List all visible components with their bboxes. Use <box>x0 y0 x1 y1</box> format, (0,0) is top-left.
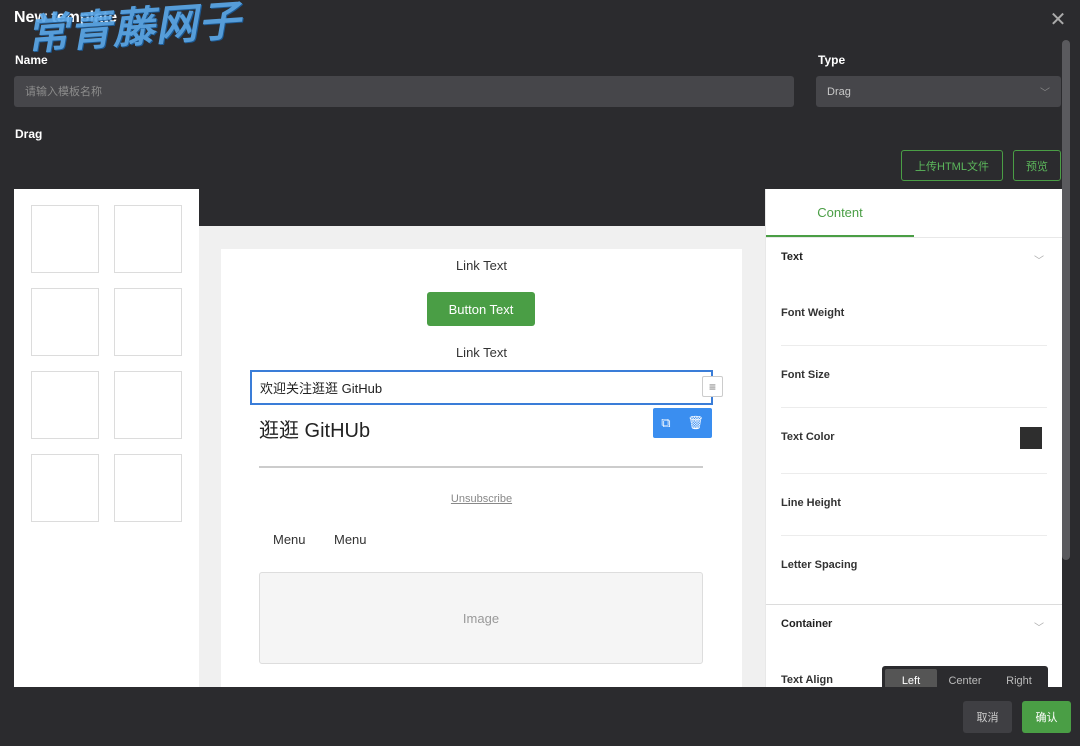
preview-button[interactable]: 预览 <box>1013 150 1061 181</box>
image-placeholder[interactable]: Image <box>259 572 703 664</box>
row-divider <box>781 407 1047 408</box>
row-divider <box>781 535 1047 536</box>
canvas-button[interactable]: Button Text <box>427 292 535 326</box>
section-divider <box>766 604 1062 605</box>
link-text[interactable]: Link Text <box>221 345 742 360</box>
copy-icon[interactable]: ⧉ <box>661 415 670 431</box>
modal-scrollbar[interactable] <box>1062 40 1070 560</box>
menu-item[interactable]: Menu <box>334 532 367 547</box>
selected-text-content: 欢迎关注逛逛 GitHub <box>260 381 383 396</box>
canvas-toolbar <box>199 189 765 226</box>
section-text-header[interactable]: Text <box>781 251 803 263</box>
canvas-area: Link Text Button Text Link Text 欢迎关注逛逛 G… <box>199 189 765 687</box>
palette-block[interactable] <box>31 371 99 439</box>
selected-text-block[interactable]: 欢迎关注逛逛 GitHub <box>250 370 713 405</box>
email-editor: Link Text Button Text Link Text 欢迎关注逛逛 G… <box>14 189 1062 687</box>
trash-icon[interactable]: 🗑 <box>687 415 704 431</box>
letter-spacing-label: Letter Spacing <box>781 559 858 571</box>
align-left-button[interactable]: Left <box>885 669 937 687</box>
tab-content[interactable]: Content <box>766 189 914 237</box>
palette-block[interactable] <box>114 288 182 356</box>
palette-block[interactable] <box>31 454 99 522</box>
upload-html-button[interactable]: 上传HTML文件 <box>901 150 1003 181</box>
text-color-swatch[interactable] <box>1020 427 1042 449</box>
row-divider <box>781 345 1047 346</box>
font-weight-label: Font Weight <box>781 307 845 319</box>
block-actions: ⧉ 🗑 <box>653 408 712 438</box>
chevron-down-icon[interactable]: ﹀ <box>1034 619 1044 634</box>
palette-block[interactable] <box>31 288 99 356</box>
line-height-label: Line Height <box>781 497 841 509</box>
tab-underline <box>766 237 1062 238</box>
section-container-header[interactable]: Container <box>781 618 832 630</box>
unsubscribe-link[interactable]: Unsubscribe <box>221 493 742 505</box>
watermark-logo: 常青藤网子 <box>24 0 243 60</box>
confirm-button[interactable]: 确认 <box>1022 701 1071 733</box>
cancel-button[interactable]: 取消 <box>963 701 1012 733</box>
palette-block[interactable] <box>114 454 182 522</box>
canvas-page: Link Text Button Text Link Text 欢迎关注逛逛 G… <box>221 249 742 687</box>
palette-block[interactable] <box>114 205 182 273</box>
canvas-heading[interactable]: 逛逛 GitHUb <box>259 414 370 443</box>
align-right-button[interactable]: Right <box>993 669 1045 687</box>
properties-panel: Content Text ﹀ Font Weight Font Size Tex… <box>765 189 1062 687</box>
align-center-button[interactable]: Center <box>939 669 991 687</box>
chevron-down-icon: ﹀ <box>1040 88 1050 99</box>
text-color-label: Text Color <box>781 431 835 443</box>
palette-block[interactable] <box>114 371 182 439</box>
name-input[interactable] <box>14 76 794 107</box>
close-icon[interactable]: ✕ <box>1048 10 1068 30</box>
font-size-label: Font Size <box>781 369 830 381</box>
palette-block[interactable] <box>31 205 99 273</box>
type-label: Type <box>818 53 846 67</box>
type-select-value: Drag <box>827 85 851 98</box>
text-align-group: Left Center Right <box>882 666 1048 687</box>
type-select[interactable]: Drag ﹀ <box>816 76 1061 107</box>
drag-handle-icon[interactable]: ≡ <box>702 376 723 397</box>
menu-item[interactable]: Menu <box>273 532 306 547</box>
name-label: Name <box>15 53 48 67</box>
block-palette <box>14 189 199 687</box>
drag-label: Drag <box>15 127 43 141</box>
canvas-divider[interactable] <box>259 466 703 468</box>
link-text[interactable]: Link Text <box>221 258 742 273</box>
row-divider <box>781 473 1047 474</box>
chevron-down-icon[interactable]: ﹀ <box>1034 252 1044 267</box>
image-placeholder-label: Image <box>462 610 500 626</box>
